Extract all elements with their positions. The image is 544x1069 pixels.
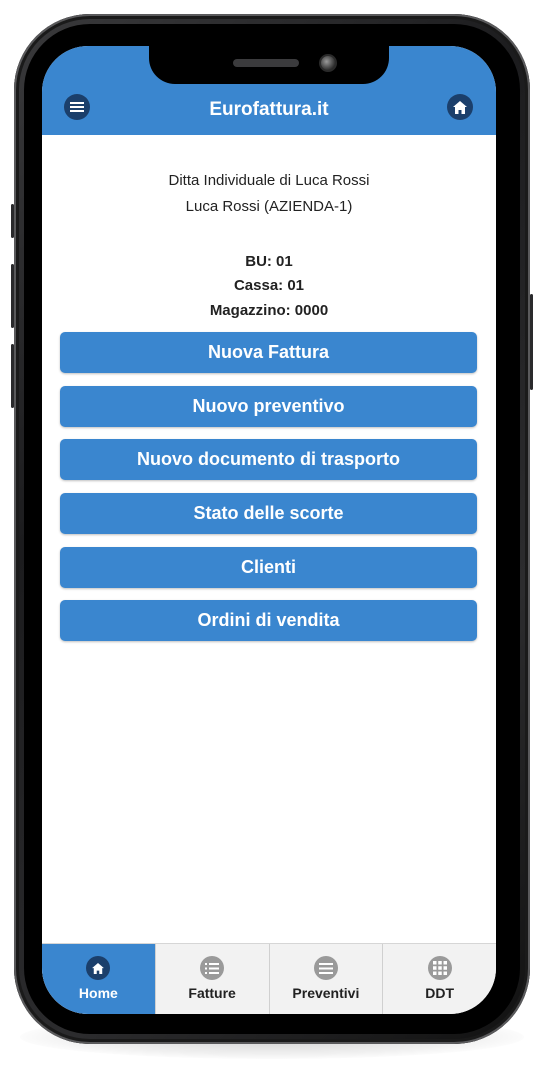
bu-label: BU: 01: [245, 253, 293, 270]
front-camera: [319, 54, 337, 72]
customers-button[interactable]: Clienti: [60, 547, 477, 588]
list-icon: [200, 956, 225, 980]
new-invoice-button[interactable]: Nuova Fattura: [60, 332, 477, 373]
sales-orders-button[interactable]: Ordini di vendita: [60, 600, 477, 641]
app-title: Eurofattura.it: [209, 99, 329, 120]
company-name: Ditta Individuale di Luca Rossi: [168, 172, 370, 189]
tab-home-label: Home: [78, 985, 118, 1001]
mute-switch: [11, 204, 14, 238]
bottom-tab-bar: Home Fatture Preventivi DDT: [42, 943, 496, 1014]
home-icon: [86, 956, 111, 980]
volume-up-button: [11, 264, 14, 328]
phone-screen: Eurofattura.it Ditta Individuale di Luca…: [42, 46, 496, 1014]
stock-status-button[interactable]: Stato delle scorte: [60, 493, 477, 534]
menu-lines-icon: [313, 956, 338, 980]
magazzino-label: Magazzino: 0000: [209, 302, 329, 319]
tab-fatture-label: Fatture: [188, 985, 236, 1001]
tab-fatture[interactable]: Fatture: [156, 944, 270, 1014]
cassa-label: Cassa: 01: [233, 277, 305, 294]
volume-down-button: [11, 344, 14, 408]
tab-preventivi-label: Preventivi: [292, 985, 360, 1001]
new-quote-button[interactable]: Nuovo preventivo: [60, 386, 477, 427]
home-icon[interactable]: [447, 94, 473, 120]
power-button: [530, 294, 533, 390]
user-name: Luca Rossi (AZIENDA-1): [185, 198, 353, 215]
tab-ddt-label: DDT: [425, 985, 455, 1001]
phone-notch: [149, 46, 389, 84]
new-transport-document-button[interactable]: Nuovo documento di trasporto: [60, 439, 477, 480]
grid-icon: [427, 956, 452, 980]
speaker-grille: [233, 59, 299, 67]
tab-home[interactable]: Home: [42, 944, 156, 1014]
tab-ddt[interactable]: DDT: [383, 944, 496, 1014]
tab-preventivi[interactable]: Preventivi: [270, 944, 384, 1014]
